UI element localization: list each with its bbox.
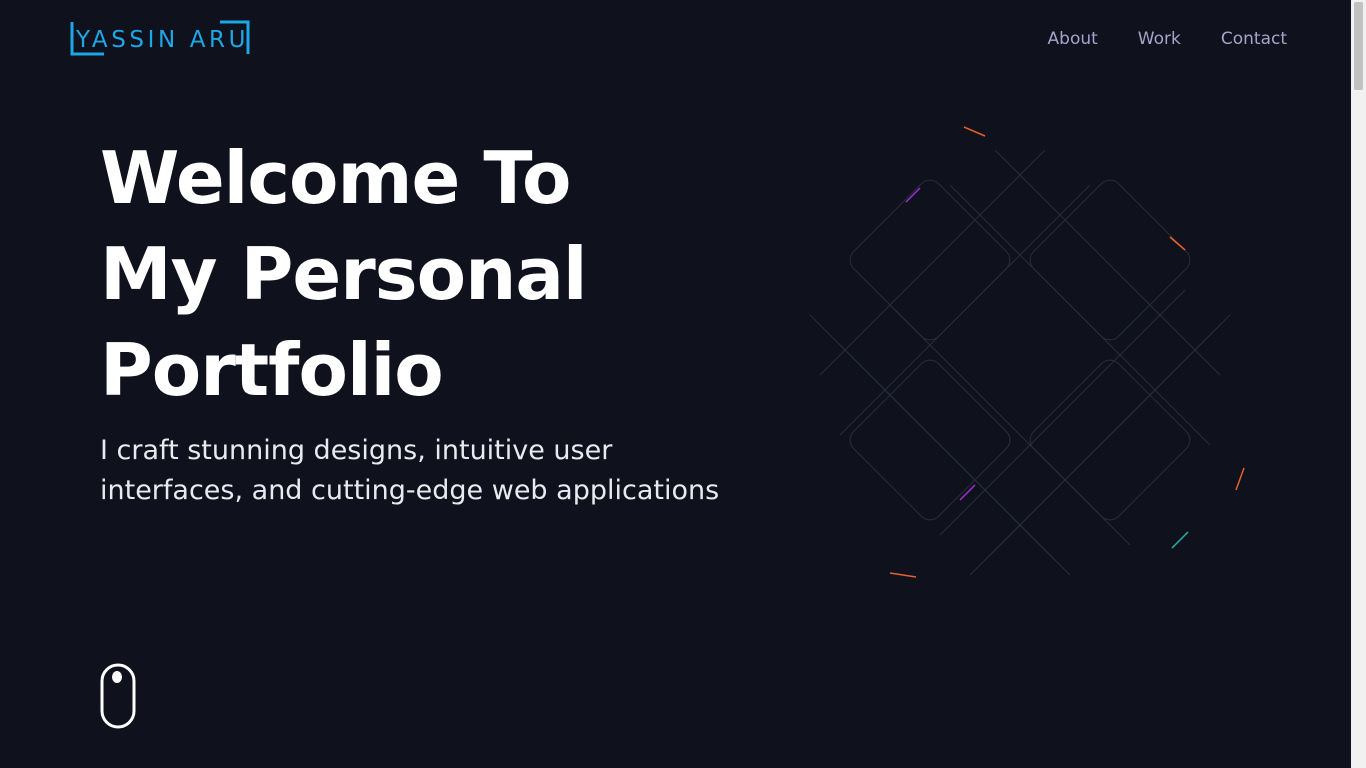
hero-title-line: Portfolio xyxy=(100,328,444,412)
scrollbar-thumb[interactable] xyxy=(1354,2,1363,90)
hero-subtitle-line: interfaces, and cutting-edge web applica… xyxy=(100,475,720,506)
portfolio-page: YASSIN ARU About Work Contact Welcome To… xyxy=(0,0,1351,768)
hero-subtitle-line: I craft stunning designs, intuitive user xyxy=(100,435,613,466)
main-nav: About Work Contact xyxy=(1048,28,1287,50)
page-scrollbar[interactable] xyxy=(1351,0,1366,768)
mouse-scroll-icon[interactable] xyxy=(100,663,136,729)
logo-text: YASSIN ARU xyxy=(76,27,250,53)
nav-link-contact[interactable]: Contact xyxy=(1221,28,1287,50)
hero-title-line: Welcome To xyxy=(100,136,571,220)
site-logo[interactable]: YASSIN ARU xyxy=(70,20,250,56)
hero-subtitle: I craft stunning designs, intuitive user… xyxy=(100,431,780,511)
hero-title-line: My Personal xyxy=(100,232,588,316)
nav-link-work[interactable]: Work xyxy=(1138,28,1181,50)
nav-link-about[interactable]: About xyxy=(1048,28,1098,50)
diamond-grid-graphic xyxy=(809,126,1245,578)
hero-title: Welcome To My Personal Portfolio xyxy=(100,130,588,418)
